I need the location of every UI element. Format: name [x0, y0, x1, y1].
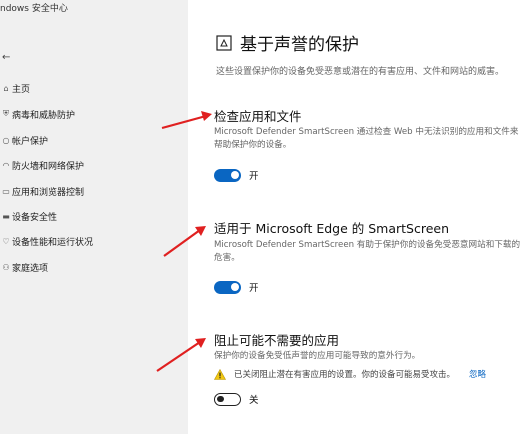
main-content: 基于声誉的保护 这些设置保护你的设备免受恶意或潜在的有害应用、文件和网站的威害。… [188, 0, 523, 434]
window-title: ndows 安全中心 [0, 4, 68, 14]
browser-shield-icon [216, 34, 232, 51]
warning-row: 已关闭阻止潜在有害应用的设置。你的设备可能易受攻击。 忽略 [214, 368, 486, 380]
toggle-row-edge-smartscreen: 开 [214, 280, 259, 294]
section-desc-edge-smartscreen: Microsoft Defender SmartScreen 有助于保护你的设备… [214, 240, 521, 263]
sidebar-item-label: 病毒和威胁防护 [12, 110, 76, 121]
toggle-state-label: 关 [249, 395, 259, 406]
page-title: 基于声誉的保护 [216, 30, 359, 55]
sidebar-item-label: 应用和浏览器控制 [12, 187, 85, 198]
sidebar-item-label: 家庭选项 [12, 263, 49, 274]
toggle-row-check-apps: 开 [214, 168, 259, 182]
sidebar-item-family-options[interactable]: ⚇ 家庭选项 [0, 259, 48, 275]
toggle-state-label: 开 [249, 283, 259, 294]
dismiss-link[interactable]: 忽略 [469, 368, 486, 380]
section-desc-check-apps: Microsoft Defender SmartScreen 通过检查 Web … [214, 127, 519, 150]
sidebar-item-label: 防火墙和网络保护 [12, 161, 85, 172]
shield-icon: ⛨ [3, 109, 9, 118]
sidebar-item-account-protection[interactable]: ○ 帐户保护 [0, 132, 49, 148]
warning-text: 已关闭阻止潜在有害应用的设置。你的设备可能易受攻击。 [234, 370, 456, 380]
page-description: 这些设置保护你的设备免受恶意或潜在的有害应用、文件和网站的威害。 [216, 67, 505, 77]
heart-icon: ♡ [2, 236, 10, 246]
section-desc-pua-blocking: 保护你的设备免受低声誉的应用可能导致的意外行为。 [214, 351, 421, 361]
family-icon: ⚇ [2, 262, 10, 272]
sidebar-item-virus-protection[interactable]: ⛨ 病毒和威胁防护 [0, 106, 75, 122]
pua-blocking-toggle[interactable] [214, 392, 241, 406]
edge-smartscreen-toggle[interactable] [214, 280, 241, 294]
person-icon: ○ [2, 135, 10, 145]
toggle-state-label: 开 [249, 171, 259, 182]
sidebar-item-label: 帐户保护 [12, 136, 49, 147]
sidebar-item-device-security[interactable]: ▬ 设备安全性 [0, 208, 57, 224]
laptop-icon: ▬ [2, 211, 10, 221]
sidebar-item-label: 主页 [12, 84, 31, 95]
sidebar-item-home[interactable]: ⌂ 主页 [0, 80, 30, 96]
sidebar: ndows 安全中心 ← ⌂ 主页 ⛨ 病毒和威胁防护 ○ 帐户保护 ◠ 防火墙… [0, 0, 188, 434]
sidebar-item-label: 设备安全性 [12, 212, 58, 223]
sidebar-item-app-browser-control[interactable]: ▭ 应用和浏览器控制 [0, 183, 84, 199]
check-apps-toggle[interactable] [214, 168, 241, 182]
wifi-icon: ◠ [2, 160, 10, 170]
section-title-pua-blocking: 阻止可能不需要的应用 [214, 333, 340, 348]
sidebar-item-firewall[interactable]: ◠ 防火墙和网络保护 [0, 157, 85, 173]
browser-icon: ▭ [2, 186, 10, 196]
home-icon: ⌂ [3, 83, 9, 93]
section-title-edge-smartscreen: 适用于 Microsoft Edge 的 SmartScreen [214, 221, 450, 236]
sidebar-item-device-performance[interactable]: ♡ 设备性能和运行状况 [0, 233, 93, 249]
back-arrow-icon[interactable]: ← [2, 52, 10, 63]
section-title-check-apps: 检查应用和文件 [214, 109, 302, 124]
warning-icon [214, 368, 226, 380]
sidebar-item-label: 设备性能和运行状况 [12, 237, 94, 248]
page-title-text: 基于声誉的保护 [240, 35, 359, 55]
toggle-row-pua-blocking: 关 [214, 392, 259, 406]
